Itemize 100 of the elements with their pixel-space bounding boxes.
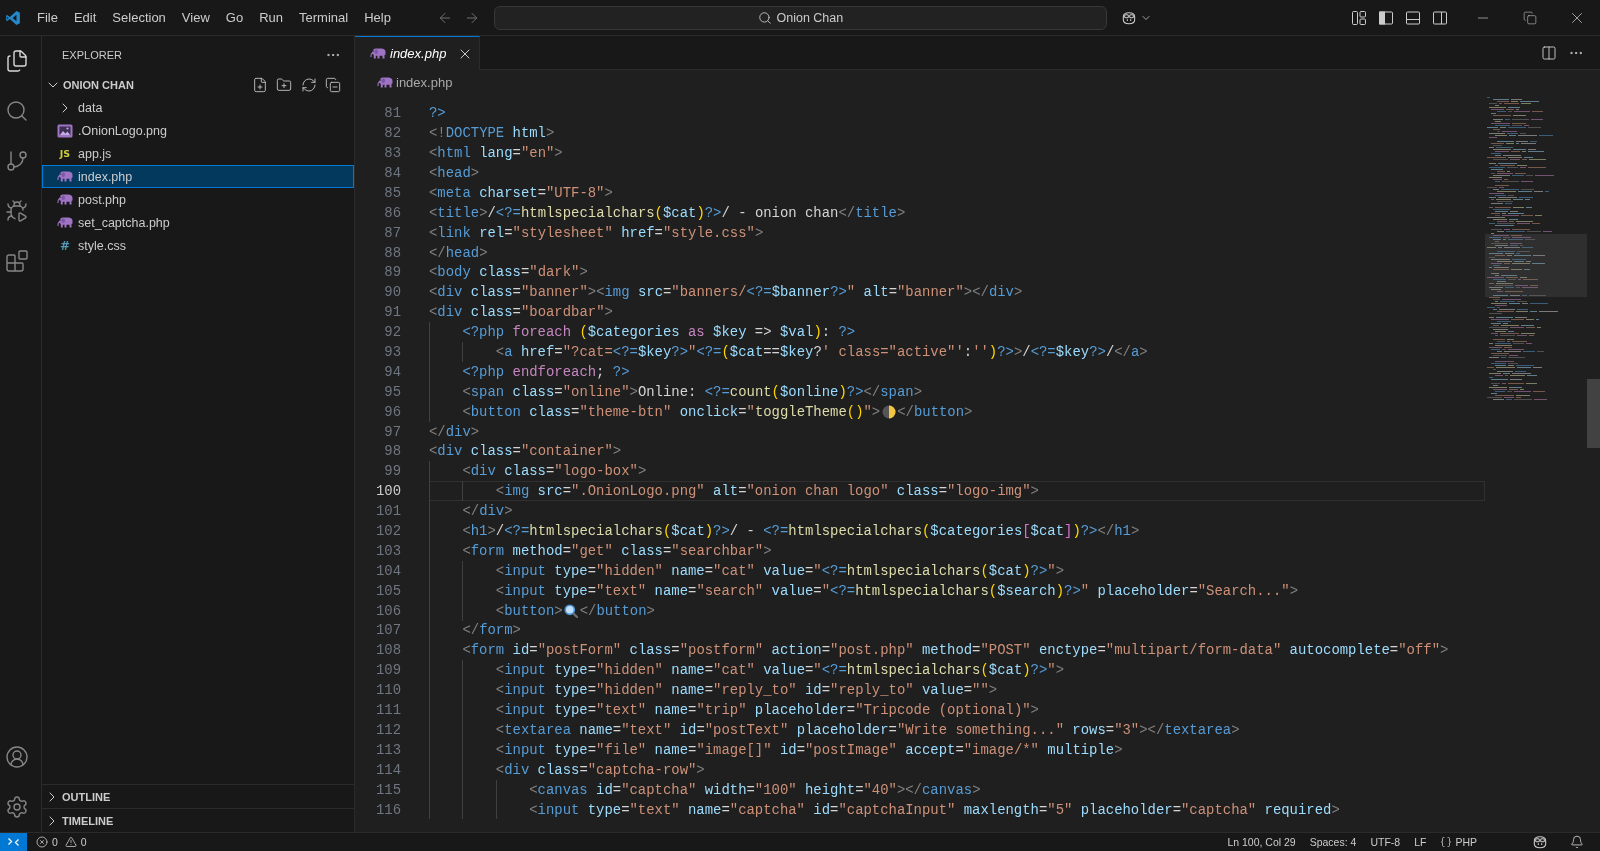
tree-item[interactable]: .OnionLogo.png — [42, 119, 354, 142]
code-line: <!DOCTYPE html> — [429, 125, 555, 142]
code-line: <a href="?cat=<?=$key?>"<?=($cat==$key?' class="active"':'')?>>/<?=$key?>/</a> — [495, 344, 1148, 360]
code-line: <?php foreach ($categories as $key => $val): ?> — [462, 324, 856, 341]
search-icon[interactable] — [4, 99, 29, 123]
code-line: <html lang="en"> — [429, 145, 563, 162]
new-folder-icon[interactable] — [276, 76, 292, 93]
account-icon[interactable] — [4, 745, 29, 769]
sidebar-toggle-icon[interactable] — [1378, 9, 1394, 26]
line-number: 98 — [383, 443, 401, 460]
status-item[interactable]: Ln 100, Col 29 — [1220, 833, 1303, 851]
bell-icon[interactable] — [1570, 835, 1584, 849]
split-editor-icon[interactable] — [1541, 45, 1557, 61]
file-type-glyph: JS — [58, 148, 72, 159]
code-line: <form method="get" class="searchbar"> — [462, 542, 772, 559]
elephant-icon — [57, 194, 73, 205]
app-logo-icon — [5, 9, 21, 26]
warning-count[interactable]: 0 — [80, 836, 87, 848]
code-line: </head> — [429, 244, 488, 261]
warning-icon[interactable] — [64, 836, 77, 848]
folder-header[interactable]: ONION CHAN — [45, 76, 134, 93]
code-line: <div class="captcha-row"> — [495, 761, 705, 778]
menu-item[interactable]: Go — [217, 5, 252, 30]
line-number: 90 — [383, 284, 401, 301]
menu-item[interactable]: File — [29, 5, 66, 30]
secondary-sidebar-toggle-icon[interactable] — [1432, 9, 1448, 26]
blocks-icon[interactable] — [4, 249, 29, 273]
refresh-icon[interactable] — [300, 76, 317, 93]
code-line: <input type="text" name="search" value="<?=htmlspecialchars($search)?>" placeholder="Search..."> — [495, 582, 1298, 599]
code-line: <textarea name="text" id="postText" placeholder="Write something..." rows="3"></textarea> — [495, 721, 1240, 738]
scrollbar-thumb[interactable] — [1587, 379, 1600, 448]
section-header[interactable]: OUTLINE — [42, 784, 354, 808]
menu-item[interactable]: Terminal — [291, 5, 357, 30]
command-center[interactable]: Onion Chan — [493, 5, 1107, 30]
magnifier-icon — [564, 603, 579, 618]
menu-item[interactable]: Help — [356, 5, 399, 30]
tree-item[interactable]: post.php — [42, 188, 354, 211]
line-number: 110 — [374, 682, 401, 699]
line-number: 111 — [374, 702, 401, 719]
line-number: 101 — [374, 503, 401, 520]
code-line: <div class="banner"><img src="banners/<?=$banner?>" alt="banner"></div> — [429, 284, 1023, 301]
panel-toggle-icon[interactable] — [1405, 9, 1421, 26]
new-file-icon[interactable] — [251, 76, 268, 93]
code-line: <form id="postForm" class="postform" action="post.php" method="POST" enctype="multipart/form-data" autocomplete="off"> — [462, 642, 1449, 659]
code-text: </button> — [897, 403, 973, 420]
code-line: <img src=".OnionLogo.png" alt="onion chan logo" class="logo-img"> — [495, 483, 1039, 500]
code-line: <h1>/<?=htmlspecialchars($cat)?>/ - <?=htmlspecialchars($categories[$cat])?></h1> — [462, 523, 1140, 540]
error-count[interactable]: 0 — [52, 836, 58, 848]
restore-icon[interactable] — [1522, 10, 1537, 25]
collapse-icon[interactable] — [325, 76, 341, 93]
half-moon-icon — [881, 404, 896, 419]
line-number: 83 — [383, 145, 401, 162]
menu-item[interactable]: Selection — [104, 5, 174, 30]
remote-icon[interactable] — [0, 833, 27, 851]
code-line: </div> — [462, 503, 513, 520]
status-item[interactable]: Spaces: 4 — [1302, 833, 1364, 851]
elephant-icon — [57, 217, 73, 228]
line-number: 99 — [383, 463, 401, 480]
line-number: 88 — [383, 244, 401, 261]
code-line: <div class="container"> — [429, 443, 622, 460]
menu-item[interactable]: Run — [251, 5, 291, 30]
settings-icon[interactable] — [4, 795, 29, 819]
line-number: 93 — [383, 344, 401, 360]
editor-tab[interactable]: index.php — [355, 36, 480, 70]
status-item[interactable]: LF — [1407, 833, 1434, 851]
code-text: <button class="theme-btn" onclick="toggleTheme()"> — [462, 403, 881, 420]
line-number: 106 — [374, 602, 401, 619]
line-number: 89 — [383, 264, 401, 281]
status-item[interactable]: UTF-8 — [1363, 833, 1408, 851]
code-text: <button> — [495, 602, 563, 619]
error-icon[interactable] — [36, 836, 48, 848]
code-line: <input type="file" name="image[]" id="postImage" accept="image/*" multiple> — [495, 741, 1123, 758]
line-number: 81 — [383, 105, 401, 122]
code-line: <?php endforeach; ?> — [462, 363, 630, 380]
line-number: 87 — [383, 224, 401, 241]
tree-item[interactable]: JS app.js — [42, 142, 354, 165]
elephant-icon — [370, 48, 386, 59]
line-number: 100 — [374, 483, 401, 500]
layout-icon[interactable] — [1351, 9, 1367, 26]
tree-item[interactable]: index.php — [42, 165, 354, 188]
tree-item[interactable]: # style.css — [42, 234, 354, 257]
breadcrumb-item[interactable]: index.php — [377, 74, 453, 90]
branch-icon[interactable] — [4, 149, 29, 173]
line-number: 92 — [383, 324, 401, 341]
bug-play-icon[interactable] — [4, 199, 29, 223]
code-line: <meta charset="UTF-8"> — [429, 184, 613, 201]
code-line: <input type="text" name="trip" placeholder="Tripcode (optional)"> — [495, 702, 1039, 719]
code-line: <div class="boardbar"> — [429, 304, 613, 321]
menu-item[interactable]: Edit — [65, 5, 105, 30]
files-icon[interactable] — [4, 49, 29, 73]
robot-icon[interactable] — [1120, 9, 1137, 26]
code-line: <head> — [429, 165, 480, 181]
robot-icon[interactable] — [1532, 834, 1548, 850]
tree-item[interactable]: data — [42, 96, 354, 119]
language-button[interactable]: PHP — [1433, 833, 1484, 851]
menu-item[interactable]: View — [173, 5, 218, 30]
line-number: 104 — [374, 562, 401, 579]
search-icon — [757, 10, 772, 25]
tree-item[interactable]: set_captcha.php — [42, 211, 354, 234]
code-line: <div class="logo-box"> — [462, 463, 647, 480]
